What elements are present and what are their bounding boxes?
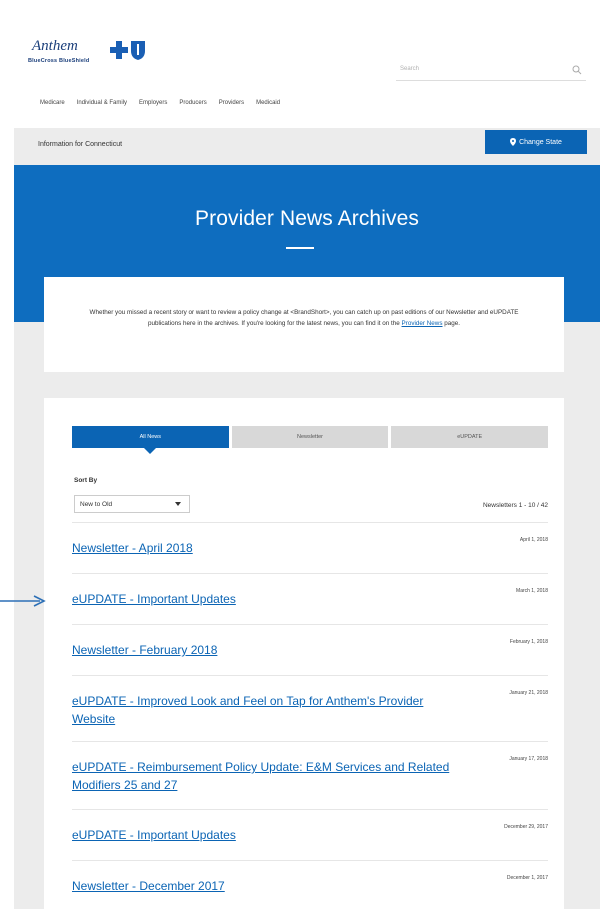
filter-tabs: All News Newsletter eUPDATE: [72, 426, 549, 454]
search-placeholder: Search: [400, 66, 420, 72]
nav-item-medicare[interactable]: Medicare: [40, 100, 65, 112]
map-pin-icon: [510, 138, 517, 146]
article-link[interactable]: Newsletter - December 2017: [72, 877, 452, 895]
article-date: December 29, 2017: [504, 824, 548, 830]
site-header: Anthem BlueCross BlueShield Search Medic…: [14, 14, 600, 114]
tab-eupdate[interactable]: eUPDATE: [391, 426, 549, 448]
change-state-button[interactable]: Change State: [485, 130, 587, 154]
top-nav: Medicare Individual & Family Employers P…: [40, 100, 280, 112]
page-title: Provider News Archives: [195, 207, 419, 230]
blue-cross-icon: [110, 41, 128, 59]
nav-item-providers[interactable]: Providers: [219, 100, 244, 112]
blue-shield-icon: [131, 41, 145, 60]
article-date: January 17, 2018: [509, 756, 548, 762]
pointer-arrow-icon: [0, 595, 46, 607]
provider-news-link[interactable]: Provider News: [402, 320, 443, 327]
intro-card: Whether you missed a recent story or wan…: [44, 277, 564, 372]
article-date: January 21, 2018: [509, 690, 548, 696]
article-list: Newsletter - April 2018 April 1, 2018 eU…: [72, 522, 548, 900]
list-item: eUPDATE - Important Updates December 29,…: [72, 809, 548, 860]
list-item: Newsletter - February 2018 February 1, 2…: [72, 624, 548, 675]
state-info: Information for Connecticut: [38, 141, 123, 148]
article-link[interactable]: eUPDATE - Reimbursement Policy Update: E…: [72, 758, 452, 794]
search-input[interactable]: Search: [396, 61, 586, 81]
anthem-logo[interactable]: Anthem BlueCross BlueShield: [28, 36, 158, 76]
nav-item-producers[interactable]: Producers: [179, 100, 206, 112]
article-date: March 1, 2018: [516, 588, 548, 594]
article-date: April 1, 2018: [519, 537, 548, 543]
sort-value: New to Old: [80, 501, 113, 508]
intro-text-end: page.: [442, 320, 461, 327]
archive-card: All News Newsletter eUPDATE Sort By New …: [44, 398, 564, 909]
logo-subtitle: BlueCross BlueShield: [28, 58, 90, 64]
intro-text: Whether you missed a recent story or wan…: [74, 307, 534, 329]
tab-all-news-label: All News: [139, 434, 162, 440]
tab-newsletter-label: Newsletter: [297, 434, 323, 440]
list-item: Newsletter - December 2017 December 1, 2…: [72, 860, 548, 900]
nav-item-individual-family[interactable]: Individual & Family: [77, 100, 127, 112]
nav-item-medicaid[interactable]: Medicaid: [256, 100, 280, 112]
article-link[interactable]: Newsletter - April 2018: [72, 539, 452, 557]
search-icon[interactable]: [572, 65, 582, 75]
article-link[interactable]: eUPDATE - Improved Look and Feel on Tap …: [72, 692, 452, 728]
state-bar: Information for Connecticut Change State: [14, 128, 600, 165]
tab-newsletter[interactable]: Newsletter: [231, 426, 389, 448]
sort-select[interactable]: New to Old: [74, 495, 190, 513]
chevron-down-icon: [175, 502, 181, 506]
article-link[interactable]: Newsletter - February 2018: [72, 641, 452, 659]
article-date: December 1, 2017: [506, 875, 548, 881]
article-link[interactable]: eUPDATE - Important Updates: [72, 826, 452, 844]
page: Anthem BlueCross BlueShield Search Medic…: [14, 14, 600, 909]
list-item: eUPDATE - Reimbursement Policy Update: E…: [72, 741, 548, 809]
list-item: Newsletter - April 2018 April 1, 2018: [72, 522, 548, 573]
title-underline: [286, 247, 314, 249]
tab-eupdate-label: eUPDATE: [457, 434, 483, 440]
article-date: February 1, 2018: [509, 639, 548, 645]
result-count: Newsletters 1 - 10 / 42: [482, 502, 548, 509]
logo-wordmark: Anthem: [32, 38, 78, 54]
nav-item-employers[interactable]: Employers: [139, 100, 167, 112]
article-link[interactable]: eUPDATE - Important Updates: [72, 590, 452, 608]
list-item: eUPDATE - Improved Look and Feel on Tap …: [72, 675, 548, 741]
list-item: eUPDATE - Important Updates March 1, 201…: [72, 573, 548, 624]
tab-all-news[interactable]: All News: [72, 426, 229, 454]
active-tab-indicator: [144, 448, 157, 454]
sort-label: Sort By: [74, 477, 98, 484]
change-state-label: Change State: [519, 138, 562, 146]
